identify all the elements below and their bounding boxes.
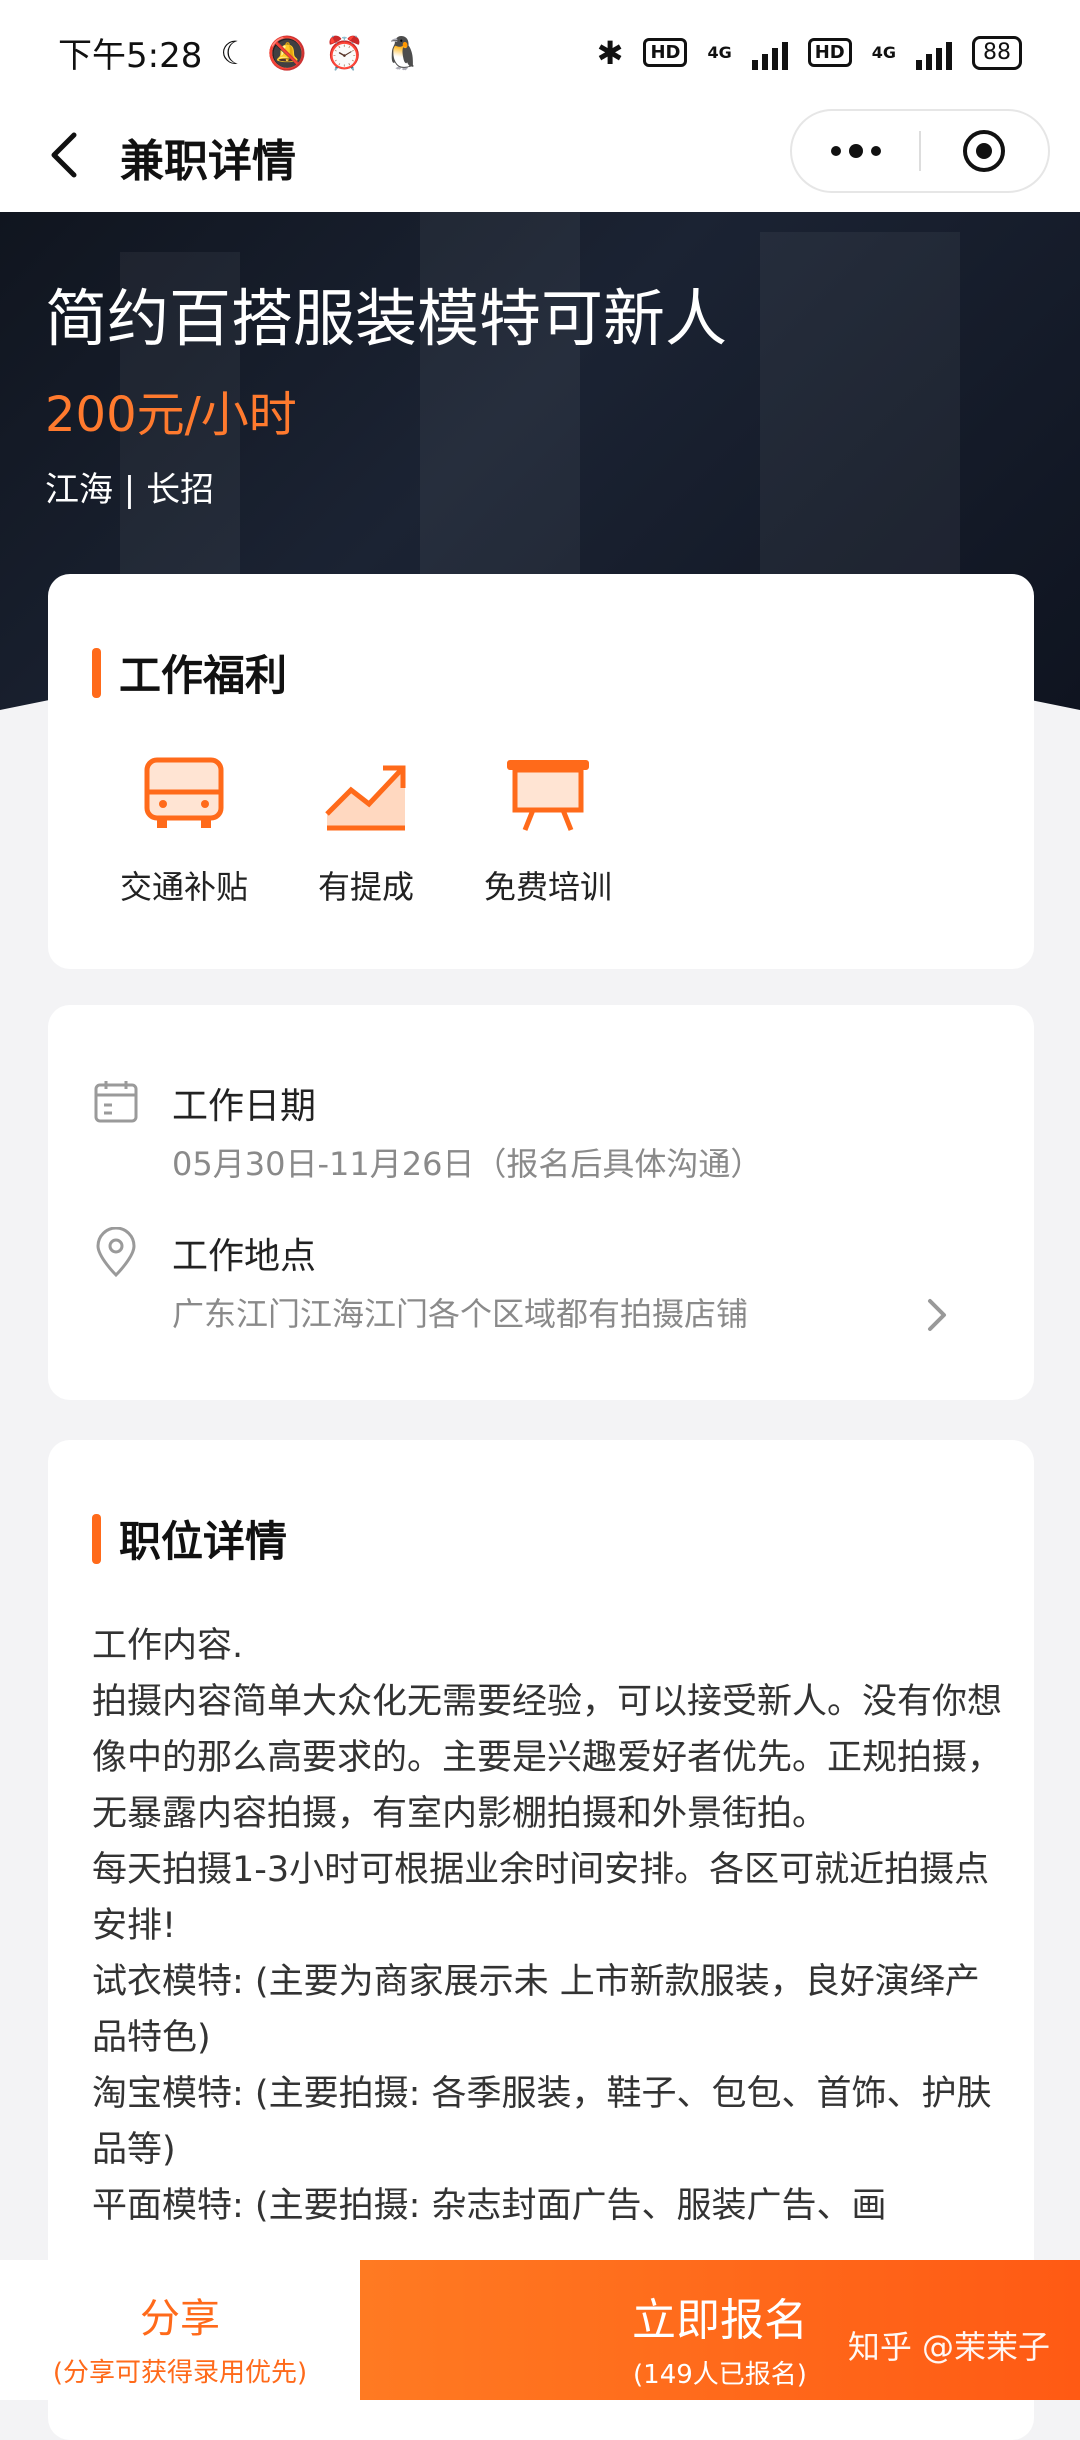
- more-dot-icon: [848, 144, 863, 158]
- section-title-text: 职位详情: [119, 1517, 288, 1566]
- status-bar: 下午5:28 ☾ 🔕 ⏰ 🐧 ✱ HD 4G HD 4G 88: [0, 0, 1080, 105]
- training-board-icon: [507, 760, 589, 831]
- bottom-action-bar: 分享 (分享可获得录用优先) 立即报名 (149人已报名) 知乎 @茉茉子: [0, 2260, 1080, 2400]
- trend-up-icon: [325, 765, 406, 831]
- miniprogram-capsule: [790, 109, 1050, 193]
- status-left: 下午5:28 ☾ 🔕 ⏰ 🐧: [58, 28, 423, 77]
- hd-badge-2: HD: [807, 38, 852, 67]
- description-line: 拍摄内容简单大众化无需要经验，可以接受新人。没有你想像中的那么高要求的。主要是兴…: [92, 1682, 1003, 1834]
- page-title: 兼职详情: [120, 136, 296, 187]
- work-location-value: 广东江门江海江门各个区域都有拍摄店铺: [172, 1295, 749, 1333]
- network-type: 4G: [707, 43, 732, 62]
- benefit-item: 有提成: [276, 754, 456, 908]
- description-line: 每天拍摄1-3小时可根据业余时间安排。各区可就近拍摄点安排!: [92, 1850, 990, 1946]
- benefit-label: 交通补贴: [119, 868, 248, 906]
- work-date-value: 05月30日-11月26日（报名后具体沟通）: [172, 1145, 763, 1183]
- moon-icon: ☾: [220, 33, 250, 72]
- chevron-right-icon: [928, 1299, 946, 1331]
- bluetooth-icon: ✱: [596, 33, 624, 72]
- section-accent-bar: [92, 1513, 101, 1564]
- job-description: 工作内容. 拍摄内容简单大众化无需要经验，可以接受新人。没有你想像中的那么高要求…: [92, 1618, 1002, 2234]
- description-line: 试衣模特: (主要为商家展示未 上市新款服装，良好演绎产品特色): [92, 1962, 980, 2058]
- mute-icon: 🔕: [267, 33, 307, 72]
- benefit-label: 有提成: [317, 868, 414, 906]
- apply-button[interactable]: 立即报名 (149人已报名) 知乎 @茉茉子: [360, 2260, 1080, 2400]
- network-type-2: 4G: [871, 43, 896, 62]
- back-button[interactable]: [38, 125, 98, 185]
- work-date-row: 工作日期 05月30日-11月26日（报名后具体沟通）: [92, 1077, 992, 1197]
- hd-badge: HD: [643, 38, 688, 67]
- benefits-card: 工作福利 交通补贴 有提成 免费培训: [48, 574, 1034, 969]
- target-icon: [963, 130, 1006, 172]
- calendar-icon: [94, 1081, 138, 1123]
- description-line: 平面模特: (主要拍摄: 杂志封面广告、服装广告、画: [92, 2186, 887, 2226]
- section-title-text: 工作福利: [119, 651, 288, 700]
- work-location-row[interactable]: 工作地点 广东江门江海江门各个区域都有拍摄店铺: [92, 1227, 992, 1347]
- description-line: 淘宝模特: (主要拍摄: 各季服装，鞋子、包包、首饰、护肤品等): [92, 2074, 992, 2170]
- job-salary: 200元/小时: [45, 387, 297, 443]
- section-title: 工作福利: [92, 642, 287, 703]
- benefit-item: 交通补贴: [94, 754, 274, 908]
- qq-icon: 🐧: [382, 33, 423, 72]
- alarm-icon: ⏰: [324, 33, 365, 72]
- more-button[interactable]: [792, 144, 919, 158]
- job-title: 简约百搭服装模特可新人: [45, 282, 728, 355]
- zhihu-watermark: 知乎 @茉茉子: [847, 2328, 1050, 2366]
- section-title: 职位详情: [92, 1508, 287, 1569]
- location-pin-icon: [96, 1227, 136, 1278]
- signal-icon: [751, 36, 788, 70]
- section-accent-bar: [92, 647, 101, 698]
- chevron-left-icon: [51, 132, 77, 178]
- battery-indicator: 88: [972, 35, 1022, 70]
- job-meta: 江海 | 长招: [45, 470, 215, 510]
- signal-icon-2: [916, 36, 952, 70]
- share-button[interactable]: 分享 (分享可获得录用优先): [0, 2260, 360, 2400]
- work-date-title: 工作日期: [172, 1086, 317, 1127]
- description-line: 工作内容.: [92, 1626, 244, 1666]
- share-label: 分享: [140, 2296, 220, 2342]
- share-subtitle: (分享可获得录用优先): [52, 2358, 308, 2388]
- more-dot-icon: [870, 146, 881, 156]
- more-dot-icon: [830, 146, 841, 156]
- benefit-item: 免费培训: [458, 754, 638, 908]
- bus-icon: [144, 757, 224, 828]
- status-right: ✱ HD 4G HD 4G 88: [597, 34, 1022, 72]
- work-info-card: 工作日期 05月30日-11月26日（报名后具体沟通） 工作地点 广东江门江海江…: [48, 1005, 1034, 1400]
- close-miniprogram-button[interactable]: [921, 126, 1048, 176]
- work-location-title: 工作地点: [172, 1236, 317, 1277]
- nav-bar: 兼职详情: [0, 105, 1080, 212]
- benefit-label: 免费培训: [483, 868, 612, 906]
- status-time: 下午5:28: [58, 36, 203, 76]
